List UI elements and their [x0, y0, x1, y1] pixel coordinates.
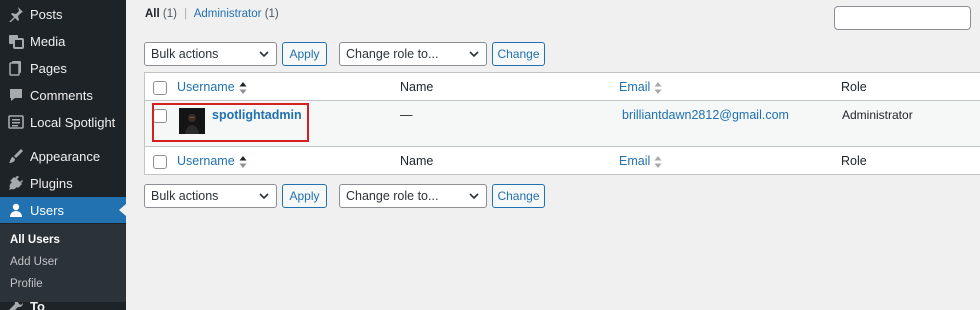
sidebar-item-users[interactable]: Users — [0, 197, 126, 223]
user-email-link[interactable]: brilliantdawn2812@gmail.com — [622, 108, 789, 122]
change-role-label: Change role to... — [346, 189, 439, 203]
users-submenu: All Users Add User Profile — [0, 224, 126, 310]
table-row: spotlightadmin — brilliantdawn2812@gmail… — [145, 101, 980, 146]
user-role-value: Administrator — [842, 108, 913, 122]
column-name: Name — [400, 80, 434, 94]
table-header-row: Username Name Email Role — [145, 73, 980, 101]
media-icon — [8, 33, 24, 49]
admin-sidebar: Posts Media Pages Comments Local Spotlig… — [0, 0, 126, 310]
sidebar-item-label: Local Spotlight — [30, 114, 116, 130]
appearance-icon — [8, 148, 24, 164]
users-icon — [8, 202, 24, 218]
sidebar-item-tools[interactable]: To — [0, 299, 126, 310]
sidebar-item-label: Plugins — [30, 175, 73, 191]
column-username-sort-footer[interactable]: Username — [177, 154, 247, 168]
sidebar-item-label: Pages — [30, 60, 67, 76]
apply-button-top[interactable]: Apply — [282, 42, 327, 66]
spotlight-icon — [8, 114, 24, 130]
sidebar-item-label: Appearance — [30, 148, 101, 164]
bulk-actions-label: Bulk actions — [151, 189, 219, 203]
apply-button-bottom[interactable]: Apply — [282, 184, 327, 208]
sidebar-item-label: Media — [30, 33, 66, 49]
filter-all-link[interactable]: All — [145, 8, 160, 20]
sidebar-item-label: Posts — [30, 6, 63, 22]
column-name-footer: Name — [400, 154, 434, 168]
sort-arrows-icon — [239, 155, 247, 168]
sidebar-item-label: Users — [30, 202, 64, 218]
plugins-icon — [8, 175, 24, 191]
sidebar-item-pages[interactable]: Pages — [0, 55, 126, 81]
bulk-actions-select-top[interactable]: Bulk actions — [144, 42, 277, 66]
filter-all-count: (1) — [162, 8, 177, 20]
sort-arrows-icon — [654, 81, 662, 94]
sidebar-item-posts[interactable]: Posts — [0, 1, 126, 27]
submenu-add-user[interactable]: Add User — [10, 256, 58, 268]
sort-arrows-icon — [239, 81, 247, 94]
chevron-down-icon — [259, 51, 269, 58]
filter-separator: | — [184, 8, 188, 20]
pages-icon — [8, 60, 24, 76]
user-name-value: — — [400, 108, 413, 122]
table-footer-row: Username Name Email Role — [145, 146, 980, 174]
sort-arrows-icon — [654, 155, 662, 168]
sidebar-item-comments[interactable]: Comments — [0, 82, 126, 108]
pin-icon — [8, 6, 24, 22]
highlight-box — [152, 103, 309, 142]
column-role-footer: Role — [841, 154, 867, 168]
comments-icon — [8, 87, 24, 103]
select-all-checkbox-footer[interactable] — [153, 155, 167, 169]
submenu-all-users[interactable]: All Users — [10, 234, 60, 246]
column-username-sort[interactable]: Username — [177, 80, 247, 94]
change-role-select-bottom[interactable]: Change role to... — [339, 184, 487, 208]
sidebar-item-label: Comments — [30, 87, 93, 103]
users-table: Username Name Email Role spotlightadmin … — [144, 72, 980, 175]
column-email-sort-footer[interactable]: Email — [619, 154, 662, 168]
column-email-sort[interactable]: Email — [619, 80, 662, 94]
chevron-down-icon — [469, 51, 479, 58]
bulk-actions-select-bottom[interactable]: Bulk actions — [144, 184, 277, 208]
filter-administrator-link[interactable]: Administrator — [194, 8, 262, 20]
change-button-top[interactable]: Change — [492, 42, 545, 66]
sidebar-item-label: To — [30, 299, 45, 310]
search-users-input[interactable] — [834, 6, 971, 30]
change-role-label: Change role to... — [346, 47, 439, 61]
sidebar-item-local-spotlight[interactable]: Local Spotlight — [0, 109, 126, 135]
role-filter-links: All (1) | Administrator (1) — [145, 8, 279, 20]
chevron-down-icon — [469, 193, 479, 200]
bulk-actions-label: Bulk actions — [151, 47, 219, 61]
submenu-profile[interactable]: Profile — [10, 278, 43, 290]
select-all-checkbox[interactable] — [153, 81, 167, 95]
change-role-select-top[interactable]: Change role to... — [339, 42, 487, 66]
filter-administrator-count: (1) — [264, 8, 279, 20]
sidebar-item-media[interactable]: Media — [0, 28, 126, 54]
sidebar-item-appearance[interactable]: Appearance — [0, 143, 126, 169]
change-button-bottom[interactable]: Change — [492, 184, 545, 208]
column-role: Role — [841, 80, 867, 94]
sidebar-item-plugins[interactable]: Plugins — [0, 170, 126, 196]
chevron-down-icon — [259, 193, 269, 200]
tools-icon — [8, 302, 24, 310]
